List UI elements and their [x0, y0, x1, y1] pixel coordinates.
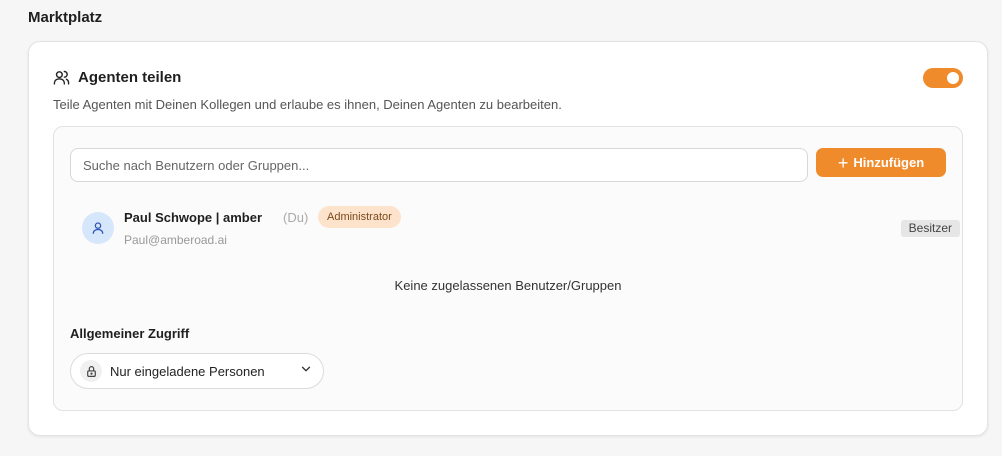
user-email: Paul@amberoad.ai — [124, 233, 227, 247]
avatar — [82, 212, 114, 244]
search-input[interactable] — [70, 148, 808, 182]
add-button[interactable]: + Hinzufügen — [816, 148, 946, 177]
card-title: Agenten teilen — [78, 69, 182, 86]
user-icon — [92, 222, 104, 234]
role-badge: Administrator — [318, 206, 401, 228]
toggle-knob — [947, 72, 959, 84]
access-select[interactable]: Nur eingeladene Personen — [70, 353, 324, 389]
lock-icon — [80, 360, 102, 382]
access-selected-value: Nur eingeladene Personen — [110, 363, 265, 379]
users-icon — [53, 69, 70, 86]
owner-badge: Besitzer — [900, 220, 960, 237]
access-title: Allgemeiner Zugriff — [70, 326, 190, 341]
plus-icon: + — [837, 152, 849, 173]
add-button-label: Hinzufügen — [853, 155, 925, 170]
user-name: Paul Schwope | amber — [124, 210, 263, 225]
share-agents-card: Agenten teilen Teile Agenten mit Deinen … — [28, 41, 988, 436]
card-description: Teile Agenten mit Deinen Kollegen und er… — [53, 97, 562, 112]
empty-message: Keine zugelassenen Benutzer/Gruppen — [394, 278, 622, 293]
card-header: Agenten teilen — [53, 69, 181, 86]
chevron-down-icon — [299, 362, 313, 381]
user-row: Paul Schwope | amber (Du) Administrator … — [82, 205, 960, 255]
you-label: (Du) — [283, 210, 309, 225]
share-agents-toggle[interactable] — [923, 68, 963, 88]
section-title: Marktplatz — [28, 9, 103, 26]
sharing-panel: + Hinzufügen Paul Schwope | amber (Du) A… — [53, 126, 963, 411]
